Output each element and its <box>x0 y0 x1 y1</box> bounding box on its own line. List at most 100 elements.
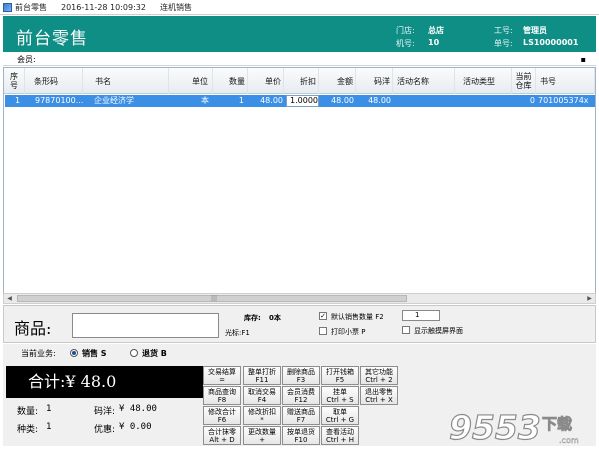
touch-screen-checkbox[interactable] <box>402 326 410 334</box>
cell-amount: 48.00 <box>331 96 354 105</box>
cell-seq: 1 <box>15 96 21 105</box>
fbtn-key: + <box>259 436 265 444</box>
view-activity-button[interactable]: 查看活动 Ctrl + H <box>321 426 359 445</box>
fbtn-key: Alt + D <box>209 436 235 444</box>
window-titlebar: 前台零售 2016-11-28 10:09:32 连机销售 <box>0 0 599 15</box>
cell-list-price: 48.00 <box>368 96 391 105</box>
stock-label: 库存: <box>244 314 261 322</box>
change-qty-button[interactable]: 更改数量 + <box>243 426 281 445</box>
fbtn-key: Ctrl + H <box>325 436 355 444</box>
fbtn-key: F6 <box>217 416 227 424</box>
default-qty-checkbox[interactable]: ✓ <box>319 312 327 320</box>
edit-total-button[interactable]: 修改合计 F6 <box>203 406 241 425</box>
cancel-transaction-button[interactable]: 取消交易 F4 <box>243 386 281 405</box>
fbtn-label: 退出零售 <box>365 388 393 396</box>
default-qty-input[interactable]: 1 <box>402 310 440 321</box>
grid-horizontal-scrollbar[interactable]: ◀ ||| ▶ <box>3 293 596 304</box>
cell-barcode: 97870100... <box>35 96 84 105</box>
col-activity-type[interactable]: 活动类型 <box>455 68 512 94</box>
member-purchase-button[interactable]: 会员消费 F12 <box>282 386 320 405</box>
fbtn-key: F11 <box>255 376 269 384</box>
window-title: 前台零售 <box>15 2 47 12</box>
retrieve-order-button[interactable]: 取单 Ctrl + G <box>321 406 359 425</box>
fbtn-label: 查看活动 <box>326 428 354 436</box>
col-unit[interactable]: 单位 <box>169 68 213 94</box>
col-barcode[interactable]: 条形码 <box>25 68 83 94</box>
exit-retail-button[interactable]: 退出零售 Ctrl + X <box>360 386 398 405</box>
qty-label: 数量: <box>17 407 39 417</box>
fbtn-key: = <box>219 376 225 384</box>
cell-isbn: 701005374x <box>538 96 589 105</box>
print-receipt-checkbox[interactable] <box>319 327 327 335</box>
cell-activity-name <box>397 95 453 107</box>
col-isbn[interactable]: 书号 <box>536 68 595 94</box>
kinds-value: 1 <box>46 422 52 432</box>
col-list-price[interactable]: 码洋 <box>356 68 393 94</box>
product-query-button[interactable]: 商品查询 F8 <box>203 386 241 405</box>
fbtn-label: 会员消费 <box>287 388 315 396</box>
worker-value: 管理员 <box>523 26 547 35</box>
delete-item-button[interactable]: 删除商品 F3 <box>282 366 320 385</box>
col-seq[interactable]: 序号 <box>4 68 25 94</box>
col-discount[interactable]: 折扣 <box>284 68 319 94</box>
business-mode-row: 当前业务: 销售 S 退货 B <box>3 344 596 362</box>
fbtn-label: 商品查询 <box>208 388 236 396</box>
cell-price: 48.00 <box>260 96 283 105</box>
window-mode: 连机销售 <box>159 2 192 12</box>
machine-label: 机号: <box>396 39 415 48</box>
discount-total-value: ¥ 0.00 <box>119 422 152 432</box>
watermark-suffix: 下载 <box>542 415 572 433</box>
table-row[interactable]: 1 97870100... 企业经济学 本 1 48.00 1.0000 48.… <box>5 95 595 107</box>
member-row[interactable]: 会员: ▪ <box>3 53 596 66</box>
sales-grid[interactable]: 序号 条形码 书名 单位 数量 单价 折扣 金额 码洋 活动名称 活动类型 当前… <box>3 67 596 303</box>
fbtn-label: 按单退货 <box>287 428 315 436</box>
fbtn-key: Ctrl + G <box>325 416 355 424</box>
fbtn-label: 更改数量 <box>248 428 276 436</box>
hold-order-button[interactable]: 挂单 Ctrl + S <box>321 386 359 405</box>
col-amount[interactable]: 金额 <box>319 68 356 94</box>
product-input[interactable] <box>72 313 219 338</box>
return-by-order-button[interactable]: 按单退货 F10 <box>282 426 320 445</box>
round-total-button[interactable]: 合计抹零 Alt + D <box>203 426 241 445</box>
whole-discount-button[interactable]: 整单打折 F11 <box>243 366 281 385</box>
watermark-number: 9553 <box>449 408 541 447</box>
machine-value: 10 <box>428 38 440 47</box>
sale-label[interactable]: 销售 S <box>82 348 107 359</box>
fbtn-key: F8 <box>217 396 227 404</box>
fbtn-label: 交易结算 <box>208 368 236 376</box>
gift-item-button[interactable]: 赠送商品 F7 <box>282 406 320 425</box>
col-activity-name[interactable]: 活动名称 <box>393 68 455 94</box>
col-price[interactable]: 单价 <box>248 68 284 94</box>
return-label[interactable]: 退货 B <box>142 348 167 359</box>
col-qty[interactable]: 数量 <box>213 68 248 94</box>
scroll-left-icon[interactable]: ◀ <box>4 294 15 303</box>
fbtn-label: 打开钱箱 <box>326 368 354 376</box>
kinds-label: 种类: <box>17 425 39 435</box>
cursor-hint: 光标:F1 <box>225 329 250 337</box>
fbtn-key: F4 <box>257 396 267 404</box>
other-functions-button[interactable]: 其它功能 Ctrl + 2 <box>360 366 398 385</box>
open-drawer-button[interactable]: 打开钱箱 F5 <box>321 366 359 385</box>
edit-discount-button[interactable]: 修改折扣 * <box>243 406 281 425</box>
fbtn-key: Ctrl + 2 <box>365 376 393 384</box>
col-seq-label: 序号 <box>10 72 18 90</box>
sale-radio[interactable] <box>70 349 78 357</box>
pos-header: 前台零售 门店: 总店 工号: 管理员 机号: 10 单号: LS1000000… <box>3 16 596 52</box>
cell-qty: 1 <box>238 96 244 105</box>
return-radio[interactable] <box>130 349 138 357</box>
scroll-thumb[interactable]: ||| <box>17 295 407 302</box>
qty-value: 1 <box>46 404 52 414</box>
col-stock[interactable]: 当前仓库 <box>512 68 536 94</box>
window-datetime: 2016-11-28 10:09:32 <box>61 2 146 12</box>
fbtn-key: F3 <box>296 376 306 384</box>
watermark-domain: .com <box>559 436 579 445</box>
cell-activity-type <box>459 95 509 107</box>
fbtn-label: 整单打折 <box>248 368 276 376</box>
scroll-right-icon[interactable]: ▶ <box>584 294 595 303</box>
product-label: 商品: <box>14 319 52 338</box>
settle-button[interactable]: 交易结算 = <box>203 366 241 385</box>
member-label: 会员: <box>17 55 36 64</box>
col-title[interactable]: 书名 <box>83 68 169 94</box>
cell-discount[interactable]: 1.0000 <box>286 95 319 107</box>
fbtn-label: 其它功能 <box>365 368 393 376</box>
